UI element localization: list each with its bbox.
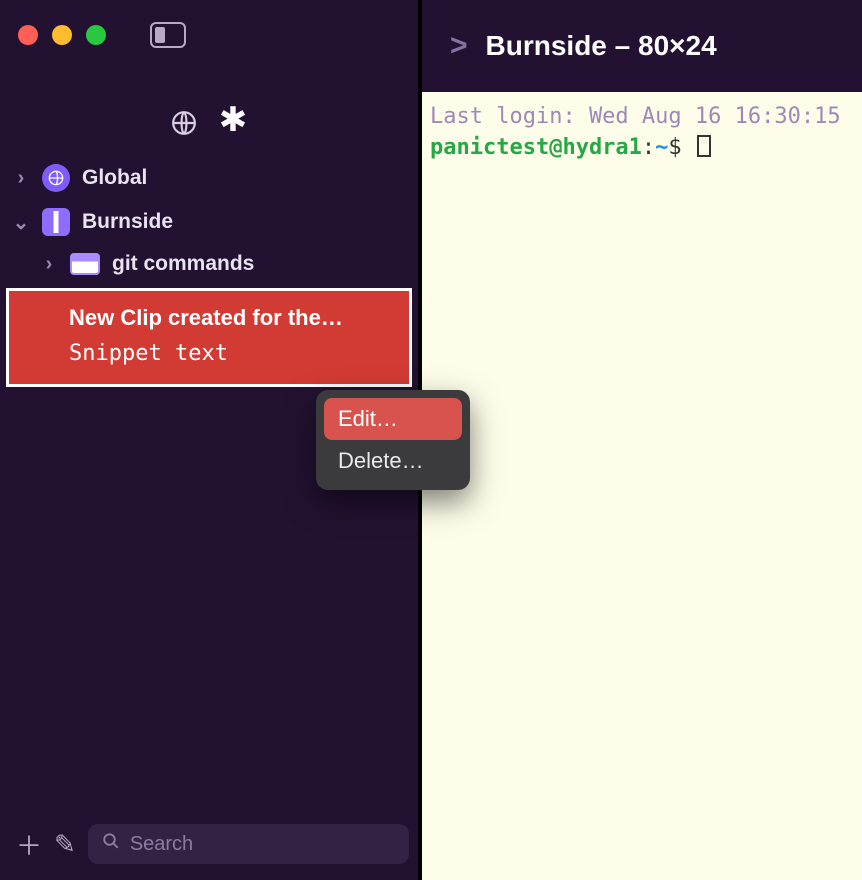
terminal-user-host: panictest@hydra1 (430, 135, 642, 160)
zoom-window-button[interactable] (86, 25, 106, 45)
tree-node-global[interactable]: › Global (0, 156, 418, 200)
context-menu: Edit… Delete… (316, 390, 470, 490)
sidebar: ✱ › Global ⌄ Burnside › git commands New… (0, 0, 418, 880)
context-menu-item-label: Edit… (338, 406, 398, 431)
tree-node-label: Burnside (82, 210, 173, 234)
terminal-last-login: Last login: Wed Aug 16 16:30:15 (430, 104, 841, 129)
terminal-body[interactable]: Last login: Wed Aug 16 16:30:15 panictes… (422, 92, 862, 880)
terminal-prompt-char: $ (668, 135, 681, 160)
asterisk-icon[interactable]: ✱ (219, 110, 248, 136)
chevron-right-icon: › (40, 253, 58, 276)
pencil-icon[interactable]: ✎ (54, 829, 76, 860)
chevron-right-icon: › (12, 167, 30, 190)
tree-node-label: git commands (112, 252, 254, 276)
globe-icon (42, 164, 70, 192)
context-menu-item-label: Delete… (338, 448, 424, 473)
search-icon (102, 832, 120, 856)
tree-node-git-commands[interactable]: › git commands (0, 244, 418, 284)
terminal-tab[interactable]: > Burnside – 80×24 (422, 0, 862, 92)
tree-node-label: Global (82, 166, 147, 190)
toggle-sidebar-button[interactable] (150, 22, 186, 48)
context-menu-item-edit[interactable]: Edit… (324, 398, 462, 440)
selected-clip-card[interactable]: New Clip created for the… Snippet text (6, 288, 412, 387)
terminal-sep: : (642, 135, 655, 160)
close-window-button[interactable] (18, 25, 38, 45)
clip-title: New Clip created for the… (69, 305, 395, 331)
folder-icon (70, 253, 100, 275)
globe-icon[interactable] (171, 110, 197, 136)
clip-body: Snippet text (69, 341, 395, 366)
sidebar-bottom-bar: ＋ ✎ (0, 812, 418, 880)
scope-switcher: ✱ (0, 70, 418, 156)
terminal-cursor (697, 135, 711, 157)
terminal-tab-title: Burnside – 80×24 (486, 30, 717, 62)
search-input[interactable] (130, 833, 395, 856)
minimize-window-button[interactable] (52, 25, 72, 45)
terminal-path: ~ (655, 135, 668, 160)
terminal-pane: > Burnside – 80×24 Last login: Wed Aug 1… (418, 0, 862, 880)
plus-icon[interactable]: ＋ (16, 826, 42, 863)
prompt-glyph-icon: > (450, 29, 468, 63)
server-icon (42, 208, 70, 236)
window-titlebar (0, 0, 418, 70)
context-menu-item-delete[interactable]: Delete… (324, 440, 462, 482)
search-field-wrap (88, 824, 409, 864)
traffic-lights (18, 25, 106, 45)
tree-node-burnside[interactable]: ⌄ Burnside (0, 200, 418, 244)
chevron-down-icon: ⌄ (12, 210, 30, 235)
